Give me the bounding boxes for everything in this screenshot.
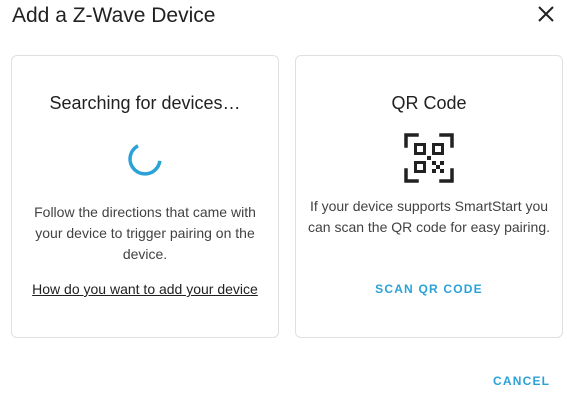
add-zwave-device-dialog: Add a Z-Wave Device Searching for device…	[0, 0, 567, 397]
dialog-title: Add a Z-Wave Device	[12, 4, 216, 27]
searching-title: Searching for devices…	[49, 93, 241, 113]
add-device-help-link[interactable]: How do you want to add your device	[12, 279, 278, 299]
close-icon	[537, 5, 555, 28]
qr-code-scan-icon	[403, 132, 455, 184]
qr-code-title: QR Code	[391, 93, 467, 113]
searching-instructions: Follow the directions that came with you…	[34, 204, 256, 262]
qr-code-card: QR Code If your device supports SmartSta…	[295, 55, 563, 338]
close-button[interactable]	[532, 2, 560, 30]
cancel-button[interactable]: CANCEL	[493, 374, 550, 388]
scan-qr-code-button[interactable]: SCAN QR CODE	[296, 282, 562, 296]
searching-card: Searching for devices… Follow the direct…	[11, 55, 279, 338]
loading-spinner-icon	[126, 140, 164, 178]
smartstart-description: If your device supports SmartStart you c…	[307, 198, 551, 235]
